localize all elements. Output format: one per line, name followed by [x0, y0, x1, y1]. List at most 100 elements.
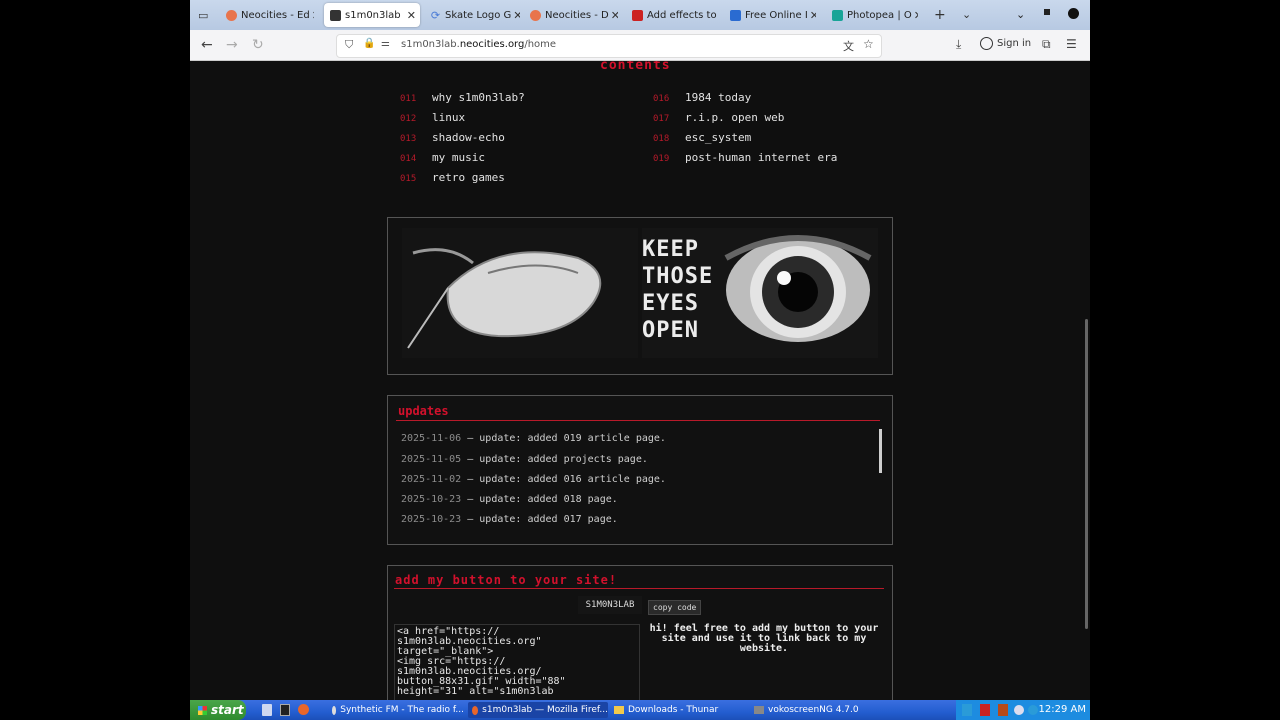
close-icon[interactable]: ✕ — [808, 9, 816, 22]
image-icon — [632, 9, 643, 21]
toc-label: retro games — [432, 171, 505, 184]
update-date: 2025-11-02 — [401, 474, 462, 485]
close-icon[interactable]: ✕ — [912, 9, 918, 22]
task-synthetic-fm[interactable]: Synthetic FM - The radio f... — [328, 702, 464, 718]
firefox-icon[interactable] — [298, 704, 309, 715]
screencast-icon — [754, 706, 764, 714]
updates-scrollbar[interactable] — [879, 429, 882, 473]
tab-neocities-edit[interactable]: Neocities - Ed ✕ — [226, 3, 314, 27]
site-button-logo: S1M0N3LAB — [585, 600, 635, 610]
toc-label: post-human internet era — [685, 151, 838, 164]
copy-code-button[interactable]: copy code — [648, 600, 702, 615]
forward-icon[interactable]: → — [226, 37, 238, 53]
menu-icon[interactable]: ☰ — [1066, 37, 1077, 51]
lock-icon[interactable]: 🔒 — [363, 38, 375, 49]
close-icon[interactable]: ✕ — [405, 9, 420, 22]
photo-icon — [730, 9, 741, 21]
toc-item-019[interactable]: 019 post-human internet era — [653, 151, 837, 164]
tab-label: Free Online I — [745, 9, 808, 21]
translate-icon[interactable]: 文 — [843, 38, 854, 54]
toc-number: 019 — [653, 154, 670, 164]
toc-label: my music — [432, 151, 485, 164]
downloads-icon[interactable]: ⤓ — [956, 37, 961, 52]
bookmark-star-icon[interactable]: ☆ — [863, 37, 874, 51]
update-row: 2025-10-23 — update: added 018 page. — [401, 494, 618, 505]
tab-list-icon[interactable]: ⌄ — [962, 8, 971, 21]
toc-item-015[interactable]: 015 retro games — [400, 171, 505, 184]
toc-number: 013 — [400, 134, 417, 144]
chevron-down-icon[interactable]: ⌄ — [1016, 8, 1025, 21]
close-icon[interactable]: ✕ — [609, 9, 618, 22]
toc-item-014[interactable]: 014 my music — [400, 151, 485, 164]
update-date: 2025-11-05 — [401, 454, 462, 465]
close-icon[interactable]: ✕ — [511, 9, 520, 22]
tab-photopea[interactable]: Photopea | O ✕ — [832, 3, 918, 27]
toc-label: linux — [432, 111, 466, 124]
toc-label: r.i.p. open web — [685, 111, 785, 124]
task-firefox[interactable]: s1m0n3lab — Mozilla Firef... — [468, 702, 608, 718]
volume-icon[interactable] — [1014, 705, 1024, 715]
tab-add-effects[interactable]: Add effects to ✕ — [632, 3, 718, 27]
site-button-image[interactable]: S1M0N3LAB — [578, 596, 642, 614]
divider — [394, 588, 884, 589]
toc-item-018[interactable]: 018 esc_system — [653, 131, 751, 144]
reload-icon[interactable]: ↻ — [252, 37, 264, 53]
address-bar[interactable]: ⛉ 🔒 ⚌ s1m0n3lab.neocities.org/home 文 ☆ — [336, 34, 882, 58]
updates-heading: updates — [398, 404, 449, 418]
site-icon — [330, 9, 341, 21]
start-button[interactable]: start — [190, 700, 246, 720]
clock[interactable]: 12:29 AM — [1039, 704, 1086, 715]
tab-free-online[interactable]: Free Online I ✕ — [730, 3, 816, 27]
firefox-icon — [472, 705, 479, 715]
tab-s1m0n3lab[interactable]: s1m0n3lab ✕ — [324, 3, 420, 27]
toc-item-011[interactable]: 011 why s1m0n3lab? — [400, 91, 525, 104]
extensions-icon[interactable]: ⧉ — [1042, 37, 1051, 52]
tab-label: Skate Logo G — [445, 9, 512, 21]
toc-number: 016 — [653, 94, 670, 104]
permissions-icon[interactable]: ⚌ — [381, 38, 390, 49]
tab-label: Add effects to — [647, 9, 717, 21]
power-icon[interactable] — [1068, 8, 1079, 19]
stop-icon[interactable] — [1044, 9, 1050, 15]
show-desktop-icon[interactable] — [262, 704, 272, 716]
task-vokoscreen[interactable]: vokoscreenNG 4.7.0 — [750, 702, 890, 718]
tab-overview-icon[interactable]: ▭ — [198, 9, 208, 22]
alert-icon[interactable] — [980, 704, 990, 716]
record-icon[interactable] — [998, 704, 1008, 716]
update-date: 2025-11-06 — [401, 433, 462, 444]
task-label: Downloads - Thunar — [628, 705, 719, 715]
terminal-icon[interactable] — [280, 704, 290, 716]
tab-skate-logo[interactable]: ⟳ Skate Logo G ✕ — [430, 3, 520, 27]
button-code-textarea[interactable]: <a href="https:// s1m0n3lab.neocities.or… — [394, 624, 640, 700]
tab-label: Neocities - D — [545, 9, 609, 21]
back-icon[interactable]: ← — [201, 37, 213, 53]
page-scrollbar[interactable] — [1085, 319, 1088, 629]
system-tray: 12:29 AM — [956, 700, 1090, 720]
new-tab-icon[interactable]: + — [934, 7, 946, 23]
update-text: — update: added projects page. — [467, 454, 648, 465]
sign-in-button[interactable]: Sign in — [980, 37, 1031, 50]
toc-item-012[interactable]: 012 linux — [400, 111, 465, 124]
toc-number: 018 — [653, 134, 670, 144]
toc-number: 012 — [400, 114, 417, 124]
toc-item-017[interactable]: 017 r.i.p. open web — [653, 111, 784, 124]
url-text[interactable]: s1m0n3lab.neocities.org/home — [401, 39, 556, 50]
task-thunar[interactable]: Downloads - Thunar — [610, 702, 746, 718]
add-button-heading: add my button to your site! — [395, 573, 618, 587]
toc-item-016[interactable]: 016 1984 today — [653, 91, 751, 104]
tab-neocities-dashboard[interactable]: Neocities - D ✕ — [530, 3, 618, 27]
help-icon[interactable] — [1028, 705, 1038, 715]
network-icon[interactable] — [962, 704, 972, 716]
update-text: — update: added 019 article page. — [467, 433, 666, 444]
close-icon[interactable]: ✕ — [310, 9, 314, 22]
tab-label: Neocities - Ed — [241, 9, 310, 21]
close-icon[interactable]: ✕ — [717, 9, 718, 22]
shield-icon[interactable]: ⛉ — [345, 38, 353, 52]
taskbar: start Synthetic FM - The radio f... s1m0… — [190, 700, 1090, 720]
toc-item-013[interactable]: 013 shadow-echo — [400, 131, 505, 144]
radio-icon — [332, 705, 337, 715]
toc-number: 011 — [400, 94, 417, 104]
update-row: 2025-11-05 — update: added projects page… — [401, 454, 648, 465]
url-domain: neocities.org — [459, 39, 525, 50]
banner-text: KEEP THOSE EYES OPEN — [642, 237, 714, 343]
